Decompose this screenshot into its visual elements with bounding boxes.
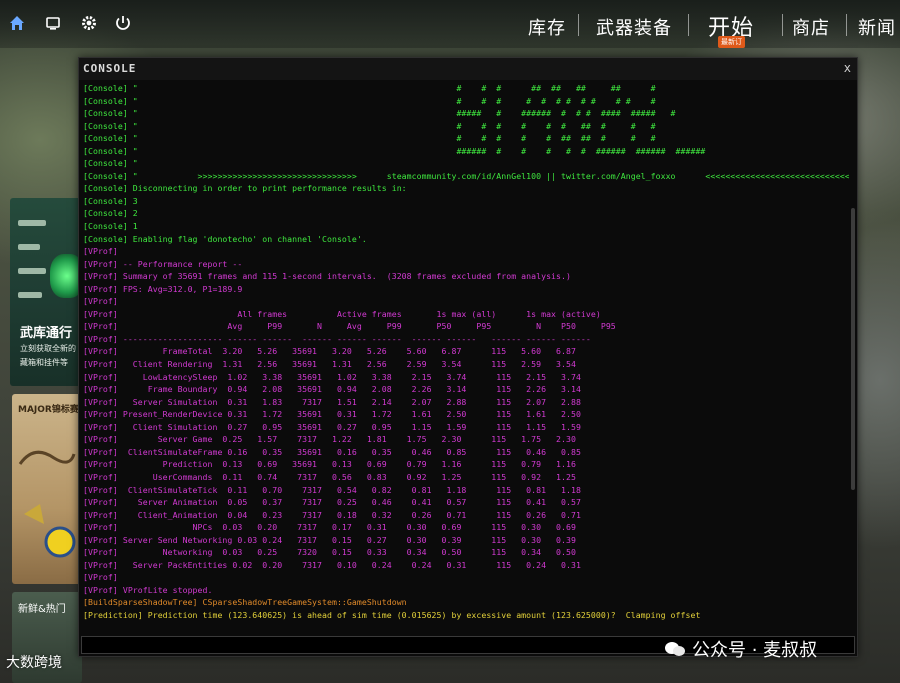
console-line: [VProf] FrameTotal 3.20 5.26 35691 3.20 … <box>83 346 576 357</box>
console-line: [VProf] Client Simulation 0.27 0.95 3569… <box>83 421 581 432</box>
console-line: [VProf] Prediction 0.13 0.69 35691 0.13 … <box>83 459 576 470</box>
tournament-art-icon <box>18 450 76 558</box>
console-line: [VProf] UserCommands 0.11 0.74 7317 0.56… <box>83 471 576 482</box>
armory-pass-card[interactable]: 武库通行 立刻获取全新的 ... 藏箱和挂件等 <box>10 198 86 386</box>
console-line: [BuildSparseShadowTree] CSparseShadowTre… <box>83 597 407 608</box>
nav-news[interactable]: 新闻 <box>858 14 896 40</box>
console-line: [VProf] Frame Boundary 0.94 2.08 35691 0… <box>83 384 581 395</box>
console-line: [VProf] VProfLite stopped. <box>83 584 213 595</box>
console-window: CONSOLE x [Console] " # # # ## ## ## ## … <box>78 57 858 657</box>
weapon-icon <box>18 244 40 250</box>
major-tournament-title: MAJOR锦标赛 <box>18 405 79 415</box>
nav-inventory[interactable]: 库存 <box>528 14 566 40</box>
console-line: [Console] 1 <box>83 221 138 232</box>
console-title: CONSOLE <box>83 62 137 75</box>
nav-divider <box>846 14 847 36</box>
console-line: [VProf] LowLatencySleep 1.02 3.38 35691 … <box>83 371 581 382</box>
console-line: [VProf] Networking 0.03 0.25 7320 0.15 0… <box>83 547 576 558</box>
console-line: [VProf] <box>83 572 118 583</box>
weapon-icon <box>18 268 46 274</box>
nav-play-badge: 最新订 <box>718 36 745 48</box>
console-line: [VProf] ClientSimulateTick 0.11 0.70 731… <box>83 484 581 495</box>
bottom-logo: 大数跨境 <box>6 655 62 671</box>
console-line: [VProf] <box>83 246 118 257</box>
console-line: [VProf] NPCs 0.03 0.20 7317 0.17 0.31 0.… <box>83 522 576 533</box>
nav-divider <box>578 14 579 36</box>
fresh-hot-title: 新鲜&热门 <box>18 604 66 615</box>
console-line: [VProf] Server PackEntities 0.02 0.20 73… <box>83 559 581 570</box>
console-line: [Console] " # # # ## ## ## ## # <box>83 83 656 93</box>
console-line: [Console] 3 <box>83 195 138 206</box>
console-line: [VProf] Server Animation 0.05 0.37 7317 … <box>83 497 581 508</box>
console-line: [VProf] <box>83 296 118 307</box>
wechat-watermark: 公众号 · 麦叔叔 <box>664 636 817 662</box>
console-line: [Console] Disconnecting in order to prin… <box>83 183 407 194</box>
console-line: [VProf] Client_Animation 0.04 0.23 7317 … <box>83 509 581 520</box>
wechat-icon <box>665 642 685 656</box>
nav-store[interactable]: 商店 <box>792 14 830 40</box>
console-line: [Console] " ##### # ###### # # # #### ##… <box>83 108 676 119</box>
console-output: [Console] " # # # ## ## ## ## # [Console]… <box>83 82 849 635</box>
weapon-icon <box>18 220 46 226</box>
console-scrollbar[interactable] <box>851 208 855 490</box>
console-title-bar[interactable]: CONSOLE x <box>79 58 857 80</box>
console-line: [VProf] Client Rendering 1.31 2.56 35691… <box>83 359 576 370</box>
armory-pass-title: 武库通行 <box>20 326 73 341</box>
console-line: [Console] " <box>83 158 138 169</box>
console-line: [VProf] Avg P99 N Avg P99 P50 P95 N P50 … <box>83 321 616 332</box>
console-line: [VProf] Server Send Networking 0.03 0.24… <box>83 534 576 545</box>
console-line: [Console] " # # # # # # # # # # # # <box>83 95 656 106</box>
console-line: [VProf] FPS: Avg=312.0, P1=189.9 <box>83 283 243 294</box>
console-line: [VProf] ClientSimulateFrame 0.16 0.35 35… <box>83 446 581 457</box>
console-line: [VProf] -- Performance report -- <box>83 258 243 269</box>
console-line: [Console] Enabling flag 'donotecho' on c… <box>83 233 367 244</box>
nav-divider <box>688 14 689 36</box>
console-line: [VProf] -------------------- ------ ----… <box>83 333 591 344</box>
major-tournament-card[interactable]: MAJOR锦标赛 <box>12 394 82 584</box>
power-icon[interactable] <box>112 12 134 34</box>
console-line: [Prediction] Prediction time (123.640625… <box>83 609 701 620</box>
console-line: [Console] " # # # # # # ## # # # <box>83 120 656 131</box>
console-line: [Console] " >>>>>>>>>>>>>>>>>>>>>>>>>>>>… <box>83 170 849 181</box>
console-line: [Console] " # # # # # ## ## # # # <box>83 133 656 144</box>
wechat-watermark-text: 公众号 · 麦叔叔 <box>692 640 818 661</box>
home-icon[interactable] <box>6 12 28 34</box>
console-line: [VProf] Server Simulation 0.31 1.83 7317… <box>83 396 581 407</box>
console-line: [VProf] Summary of 35691 frames and 115 … <box>83 271 571 282</box>
console-line: [VProf] All frames Active frames 1s max … <box>83 308 601 319</box>
nav-divider <box>782 14 783 36</box>
close-icon[interactable]: x <box>844 61 851 75</box>
settings-gear-icon[interactable] <box>78 12 100 34</box>
weapon-icon <box>18 292 42 298</box>
main-menu-bar: 库存 武器装备 开始 最新订 商店 新闻 <box>0 0 900 48</box>
console-line: [Console] " ###### # # # # # ###### ####… <box>83 145 706 156</box>
console-line: [VProf] Present_RenderDevice 0.31 1.72 3… <box>83 409 581 420</box>
console-line: [VProf] Server Game 0.25 1.57 7317 1.22 … <box>83 434 576 445</box>
nav-loadout[interactable]: 武器装备 <box>596 14 672 40</box>
console-line: [Console] 2 <box>83 208 138 219</box>
tv-icon[interactable] <box>42 12 64 34</box>
